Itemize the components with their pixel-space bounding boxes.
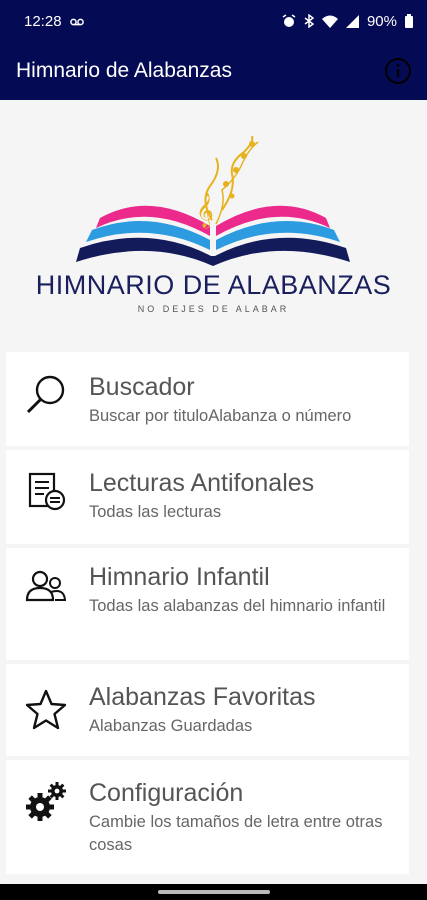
main-content: 𝄞 HIMNARIO DE ALABANZAS NO DEJES DE ALAB…: [0, 100, 427, 884]
svg-text:𝄞: 𝄞: [196, 193, 214, 229]
logo-subtitle: NO DEJES DE ALABAR: [137, 304, 290, 314]
app-title: Himnario de Alabanzas: [16, 59, 232, 82]
signal-icon: [345, 14, 359, 28]
bluetooth-icon: [304, 14, 314, 28]
info-icon: [385, 58, 411, 84]
menu-item-title: Buscador: [89, 373, 195, 401]
menu-item-title: Alabanzas Favoritas: [89, 683, 316, 711]
home-indicator[interactable]: [158, 890, 270, 894]
document-icon: [24, 470, 68, 514]
menu-item-subtitle: Alabanzas Guardadas: [89, 717, 253, 735]
menu-item-lecturas[interactable]: Lecturas Antifonales Todas las lecturas: [6, 450, 409, 544]
star-icon: [24, 688, 68, 732]
open-book-icon: 𝄞: [76, 135, 350, 266]
logo-title: HIMNARIO DE ALABANZAS: [35, 270, 392, 300]
menu-item-himnario-infantil[interactable]: Himnario Infantil Todas las alabanzas de…: [6, 548, 409, 660]
search-icon: [24, 372, 68, 416]
info-button[interactable]: [383, 56, 413, 86]
menu-item-subtitle: Todas las lecturas: [89, 503, 222, 521]
wifi-icon: [321, 15, 338, 28]
users-icon: [24, 564, 68, 608]
menu-item-subtitle: Buscar por tituloAlabanza o número: [89, 407, 352, 425]
battery-level: 90%: [366, 12, 397, 30]
menu-item-favoritas[interactable]: Alabanzas Favoritas Alabanzas Guardadas: [6, 664, 409, 756]
menu-item-title: Configuración: [89, 779, 244, 807]
status-time: 12:28: [24, 12, 62, 30]
voicemail-icon: [69, 13, 84, 30]
menu-item-title: Himnario Infantil: [89, 563, 270, 591]
menu-item-subtitle: Todas las alabanzas del himnario infanti…: [89, 597, 386, 615]
status-bar: 12:28 90%: [0, 0, 427, 42]
app-bar: Himnario de Alabanzas: [0, 42, 427, 100]
battery-icon: [405, 14, 413, 28]
alarm-icon: [282, 14, 296, 28]
menu-item-configuracion[interactable]: Configuración Cambie los tamaños de letr…: [6, 760, 409, 874]
app-logo: 𝄞 HIMNARIO DE ALABANZAS NO DEJES DE ALAB…: [0, 100, 427, 335]
gears-icon: [24, 780, 68, 824]
menu-item-title: Lecturas Antifonales: [89, 469, 315, 497]
menu-item-subtitle: Cambie los tamaños de letra entre otras …: [89, 813, 383, 854]
menu-item-buscador[interactable]: Buscador Buscar por tituloAlabanza o núm…: [6, 352, 409, 446]
navigation-bar: [0, 884, 427, 900]
